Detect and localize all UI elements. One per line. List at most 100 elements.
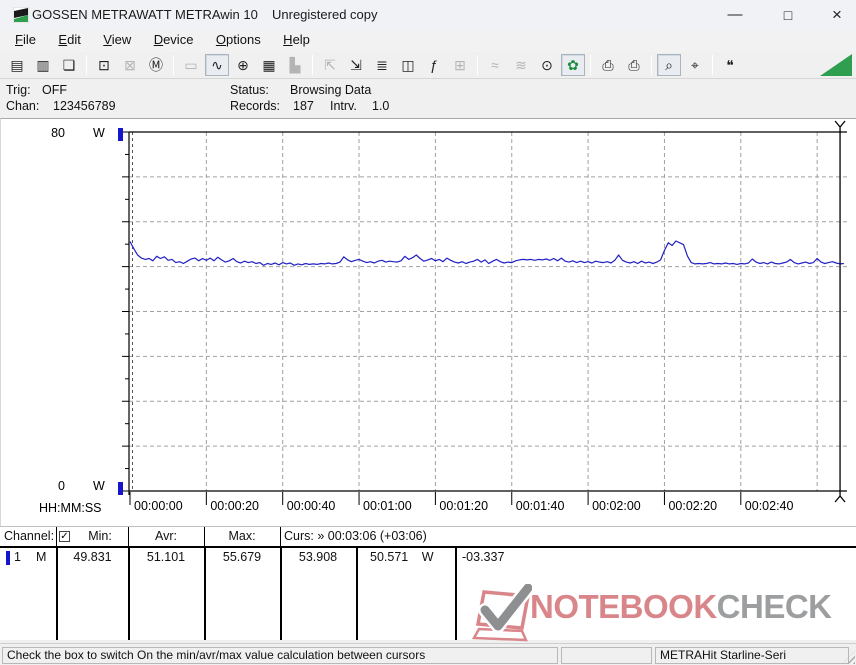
y-axis-unit-bottom: W — [93, 479, 105, 493]
table-divider — [280, 527, 281, 546]
table-divider — [56, 527, 57, 546]
close-button[interactable]: × — [815, 0, 856, 30]
zoom-curve-button[interactable]: ⌖ — [683, 54, 707, 76]
maximize-button[interactable]: □ — [766, 0, 810, 30]
meter-display-button: ▭ — [179, 54, 203, 76]
y-axis-max-label: 80 — [41, 126, 65, 140]
titlebar: GOSSEN METRAWATT METRAwin 10 Unregistere… — [0, 0, 856, 30]
x-tick-label: 00:02:40 — [745, 499, 794, 513]
x-tick-label: 00:01:40 — [516, 499, 565, 513]
interval-value: 1.0 — [372, 99, 389, 113]
col-header-cursor: Curs: » 00:03:06 (+03:06) — [284, 529, 427, 543]
minimize-button[interactable]: — — [713, 0, 757, 30]
live-record-button[interactable]: ✿ — [561, 54, 585, 76]
toolbar-separator — [312, 55, 313, 75]
memory-read-button[interactable]: Ⓜ — [144, 54, 168, 76]
app-logo-icon — [13, 7, 29, 23]
y-axis-min-label: 0 — [41, 479, 65, 493]
statusbar: Check the box to switch On the min/avr/m… — [0, 643, 856, 665]
toolbar-corner-triangle — [820, 54, 852, 76]
print-preview-button[interactable]: ⎙ — [596, 54, 620, 76]
zoom-time-button[interactable]: ⌕ — [657, 54, 681, 76]
col-header-avr: Avr: — [128, 529, 204, 543]
minmax-calc-checkbox[interactable]: ✓ — [59, 531, 70, 542]
chan-value: 123456789 — [53, 99, 116, 113]
menu-file[interactable]: File — [6, 30, 45, 52]
statistics-view-button: ▙ — [283, 54, 307, 76]
channel-color-marker — [6, 551, 10, 565]
trig-value: OFF — [42, 83, 67, 97]
app-window: GOSSEN METRAWATT METRAwin 10 Unregistere… — [0, 0, 856, 665]
toolbar-separator — [651, 55, 652, 75]
device-disconnect-button: ⊠ — [118, 54, 142, 76]
channel-number: 1 — [14, 550, 21, 564]
menu-device[interactable]: Device — [145, 30, 203, 52]
status-label: Status: — [230, 83, 269, 97]
tooltip-button[interactable]: ❝ — [718, 54, 742, 76]
x-tick-label: 00:00:20 — [210, 499, 259, 513]
time-sync-button[interactable]: ⊙ — [535, 54, 559, 76]
data-table-view-button[interactable]: ▦ — [257, 54, 281, 76]
x-tick-label: 00:02:20 — [668, 499, 717, 513]
toolbar-separator — [86, 55, 87, 75]
statusbar-empty-panel — [561, 647, 652, 664]
delta-value: -03.337 — [462, 550, 504, 564]
titlebar-license-note: Unregistered copy — [272, 7, 378, 22]
formula-button[interactable]: ƒ — [422, 54, 446, 76]
wave-tool-button: ≈ — [483, 54, 507, 76]
toolbar-separator — [477, 55, 478, 75]
menubar: File Edit View Device Options Help — [0, 30, 856, 52]
channel-mode: M — [36, 550, 46, 564]
open-file-button[interactable]: ❏ — [57, 54, 81, 76]
wave-tool-2-button: ≋ — [509, 54, 533, 76]
cursor2-value: 50.571 W — [370, 550, 434, 564]
col-header-min: Min: — [72, 529, 128, 543]
x-tick-label: 00:00:00 — [134, 499, 183, 513]
interval-label: Intrv. — [330, 99, 357, 113]
statusbar-device-name: METRAHit Starline-Seri — [655, 647, 849, 664]
channel-config-button[interactable]: ≣ — [370, 54, 394, 76]
statusbar-message: Check the box to switch On the min/avr/m… — [2, 647, 558, 664]
titlebar-product-name: METRAwin 10 — [175, 7, 258, 22]
max-value: 55.679 — [204, 550, 280, 564]
col-header-channel: Channel: — [4, 529, 54, 543]
device-config-button: ⊞ — [448, 54, 472, 76]
yt-chart-view-button[interactable]: ∿ — [205, 54, 229, 76]
cursor-2-top-handle — [835, 121, 845, 132]
export-data-button: ⇱ — [318, 54, 342, 76]
channel-marker-bottom — [118, 482, 123, 495]
x-tick-label: 00:01:20 — [439, 499, 488, 513]
records-value: 187 — [293, 99, 314, 113]
records-label: Records: — [230, 99, 280, 113]
save-as-button[interactable]: ▥ — [31, 54, 55, 76]
avr-value: 51.101 — [128, 550, 204, 564]
power-trace — [130, 241, 844, 265]
info-panel: Trig: OFF Chan: 123456789 Status: Browsi… — [0, 79, 856, 118]
cursor1-value: 53.908 — [280, 550, 356, 564]
x-tick-label: 00:02:00 — [592, 499, 641, 513]
save-button[interactable]: ▤ — [5, 54, 29, 76]
table-divider — [204, 527, 205, 546]
table-divider — [356, 548, 358, 640]
channel-marker-top — [118, 128, 123, 141]
trig-label: Trig: — [6, 83, 31, 97]
import-data-button[interactable]: ⇲ — [344, 54, 368, 76]
col-header-max: Max: — [204, 529, 280, 543]
menu-view[interactable]: View — [94, 30, 140, 52]
cursor2-unit: W — [422, 550, 434, 564]
x-axis-format-label: HH:MM:SS — [39, 501, 102, 515]
titlebar-app-name: GOSSEN METRAWATT — [32, 7, 172, 22]
chan-label: Chan: — [6, 99, 39, 113]
toolbar: ▤▥❏ ⊡⊠Ⓜ ▭∿⊕▦▙ ⇱⇲≣◫ƒ⊞ ≈≋⊙✿ ⎙⎙ ⌕⌖ ❝ — [0, 52, 856, 79]
menu-edit[interactable]: Edit — [49, 30, 89, 52]
y-axis-unit-top: W — [93, 126, 105, 140]
chart-canvas[interactable]: 00:00:0000:00:2000:00:4000:01:0000:01:20… — [1, 119, 856, 526]
menu-options[interactable]: Options — [207, 30, 270, 52]
read-device-button[interactable]: ⊡ — [92, 54, 116, 76]
display-config-button[interactable]: ◫ — [396, 54, 420, 76]
xy-chart-view-button[interactable]: ⊕ — [231, 54, 255, 76]
menu-help[interactable]: Help — [274, 30, 319, 52]
x-tick-label: 00:00:40 — [287, 499, 336, 513]
print-button[interactable]: ⎙ — [622, 54, 646, 76]
chart-panel: 00:00:0000:00:2000:00:4000:01:0000:01:20… — [0, 118, 856, 526]
